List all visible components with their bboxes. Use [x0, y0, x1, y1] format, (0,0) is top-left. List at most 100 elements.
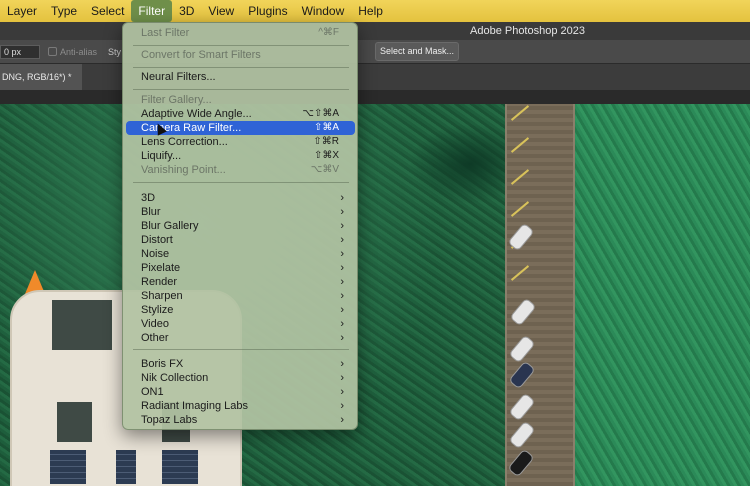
submenu-on1[interactable]: ON1 › — [126, 385, 355, 399]
chevron-right-icon: › — [340, 276, 344, 288]
submenu-blur-gallery[interactable]: Blur Gallery › — [126, 219, 355, 233]
chevron-right-icon: › — [340, 372, 344, 384]
menu-item-label: Render — [141, 276, 178, 288]
menu-item-label: Lens Correction... — [141, 136, 228, 148]
menu-item-vanishing-point: Vanishing Point... ⌥⌘V — [126, 163, 355, 177]
canvas-ruler-strip — [0, 90, 750, 104]
menu-item-lens-correction[interactable]: Lens Correction... ⇧⌘R — [126, 135, 355, 149]
solar-panel — [116, 450, 136, 484]
options-bar: 0 px Anti-alias Sty Select and Mask... — [0, 40, 750, 64]
app-title: Adobe Photoshop 2023 — [470, 25, 585, 37]
submenu-stylize[interactable]: Stylize › — [126, 303, 355, 317]
menu-item-label: Stylize — [141, 304, 174, 316]
parking-line — [510, 105, 530, 121]
shortcut-label: ⌥⇧⌘A — [302, 108, 339, 119]
menu-item-label: Sharpen — [141, 290, 183, 302]
boat-hatch — [57, 402, 92, 442]
submenu-noise[interactable]: Noise › — [126, 247, 355, 261]
menu-separator — [133, 89, 349, 90]
feather-input[interactable]: 0 px — [0, 45, 40, 59]
submenu-blur[interactable]: Blur › — [126, 205, 355, 219]
shortcut-label: ⇧⌘X — [313, 150, 339, 161]
photo-sea-right — [575, 104, 750, 486]
menu-separator — [133, 349, 349, 350]
menu-layer[interactable]: Layer — [0, 0, 44, 22]
menu-3d[interactable]: 3D — [172, 0, 201, 22]
menu-item-label: Vanishing Point... — [141, 164, 226, 176]
chevron-right-icon: › — [340, 290, 344, 302]
solar-panel — [162, 450, 198, 484]
submenu-distort[interactable]: Distort › — [126, 233, 355, 247]
menu-item-liquify[interactable]: Liquify... ⇧⌘X — [126, 149, 355, 163]
parking-line — [510, 137, 530, 153]
antialias-label: Anti-alias — [60, 47, 98, 57]
menu-item-neural-filters[interactable]: Neural Filters... — [126, 70, 355, 84]
shortcut-label: ⌥⌘V — [310, 164, 339, 175]
chevron-right-icon: › — [340, 262, 344, 274]
shortcut-label: ⇧⌘R — [313, 136, 339, 147]
document-tab[interactable]: DNG, RGB/16*) * — [0, 64, 82, 90]
menu-item-last-filter: Last Filter ^⌘F — [126, 26, 355, 40]
menu-item-label: Neural Filters... — [141, 71, 216, 83]
filter-menu: Last Filter ^⌘F Convert for Smart Filter… — [122, 22, 358, 430]
menu-item-label: Distort — [141, 234, 173, 246]
menu-item-label: Topaz Labs — [141, 414, 198, 426]
chevron-right-icon: › — [340, 206, 344, 218]
menu-item-label: Filter Gallery... — [141, 94, 212, 106]
chevron-right-icon: › — [340, 332, 344, 344]
submenu-video[interactable]: Video › — [126, 317, 355, 331]
menu-item-filter-gallery: Filter Gallery... — [126, 93, 355, 107]
submenu-pixelate[interactable]: Pixelate › — [126, 261, 355, 275]
parking-line — [510, 265, 530, 281]
menu-separator — [133, 45, 349, 46]
submenu-topaz-labs[interactable]: Topaz Labs › — [126, 413, 355, 427]
menu-item-label: Other — [141, 332, 169, 344]
submenu-radiant-imaging-labs[interactable]: Radiant Imaging Labs › — [126, 399, 355, 413]
chevron-right-icon: › — [340, 358, 344, 370]
submenu-sharpen[interactable]: Sharpen › — [126, 289, 355, 303]
chevron-right-icon: › — [340, 192, 344, 204]
chevron-right-icon: › — [340, 400, 344, 412]
chevron-right-icon: › — [340, 386, 344, 398]
menu-item-label: Blur — [141, 206, 161, 218]
menu-separator — [133, 182, 349, 183]
select-and-mask-button[interactable]: Select and Mask... — [375, 42, 459, 61]
document-canvas[interactable] — [0, 104, 750, 486]
menu-separator — [133, 67, 349, 68]
submenu-nik-collection[interactable]: Nik Collection › — [126, 371, 355, 385]
menu-plugins[interactable]: Plugins — [241, 0, 294, 22]
menu-bar: Layer Type Select Filter 3D View Plugins… — [0, 0, 750, 22]
menu-item-label: ON1 — [141, 386, 164, 398]
menu-item-adaptive-wide-angle[interactable]: Adaptive Wide Angle... ⌥⇧⌘A — [126, 107, 355, 121]
menu-item-label: Blur Gallery — [141, 220, 199, 232]
submenu-other[interactable]: Other › — [126, 331, 355, 345]
menu-view[interactable]: View — [201, 0, 241, 22]
menu-type[interactable]: Type — [44, 0, 84, 22]
menu-item-label: Video — [141, 318, 169, 330]
menu-filter[interactable]: Filter — [131, 0, 173, 22]
photo-pier — [505, 104, 575, 486]
app-title-bar: Adobe Photoshop 2023 — [0, 22, 750, 40]
menu-help[interactable]: Help — [351, 0, 390, 22]
parking-line — [510, 169, 530, 185]
menu-item-label: Noise — [141, 248, 170, 260]
submenu-3d[interactable]: 3D › — [126, 191, 355, 205]
solar-panel — [50, 450, 86, 484]
menu-window[interactable]: Window — [295, 0, 352, 22]
boat-deck-window — [52, 300, 112, 350]
submenu-render[interactable]: Render › — [126, 275, 355, 289]
antialias-checkbox[interactable] — [48, 47, 57, 56]
menu-item-convert-smart-filters: Convert for Smart Filters — [126, 48, 355, 62]
menu-item-label: Convert for Smart Filters — [141, 49, 261, 61]
menu-item-label: Last Filter — [141, 27, 190, 39]
submenu-boris-fx[interactable]: Boris FX › — [126, 357, 355, 371]
parking-line — [510, 201, 530, 217]
chevron-right-icon: › — [340, 318, 344, 330]
menu-select[interactable]: Select — [84, 0, 131, 22]
menu-item-label: Pixelate — [141, 262, 181, 274]
menu-item-label: Adaptive Wide Angle... — [141, 108, 252, 120]
shortcut-label: ⇧⌘A — [313, 122, 339, 133]
document-tab-bar: DNG, RGB/16*) * — [0, 64, 750, 90]
chevron-right-icon: › — [340, 414, 344, 426]
menu-item-label: Boris FX — [141, 358, 184, 370]
